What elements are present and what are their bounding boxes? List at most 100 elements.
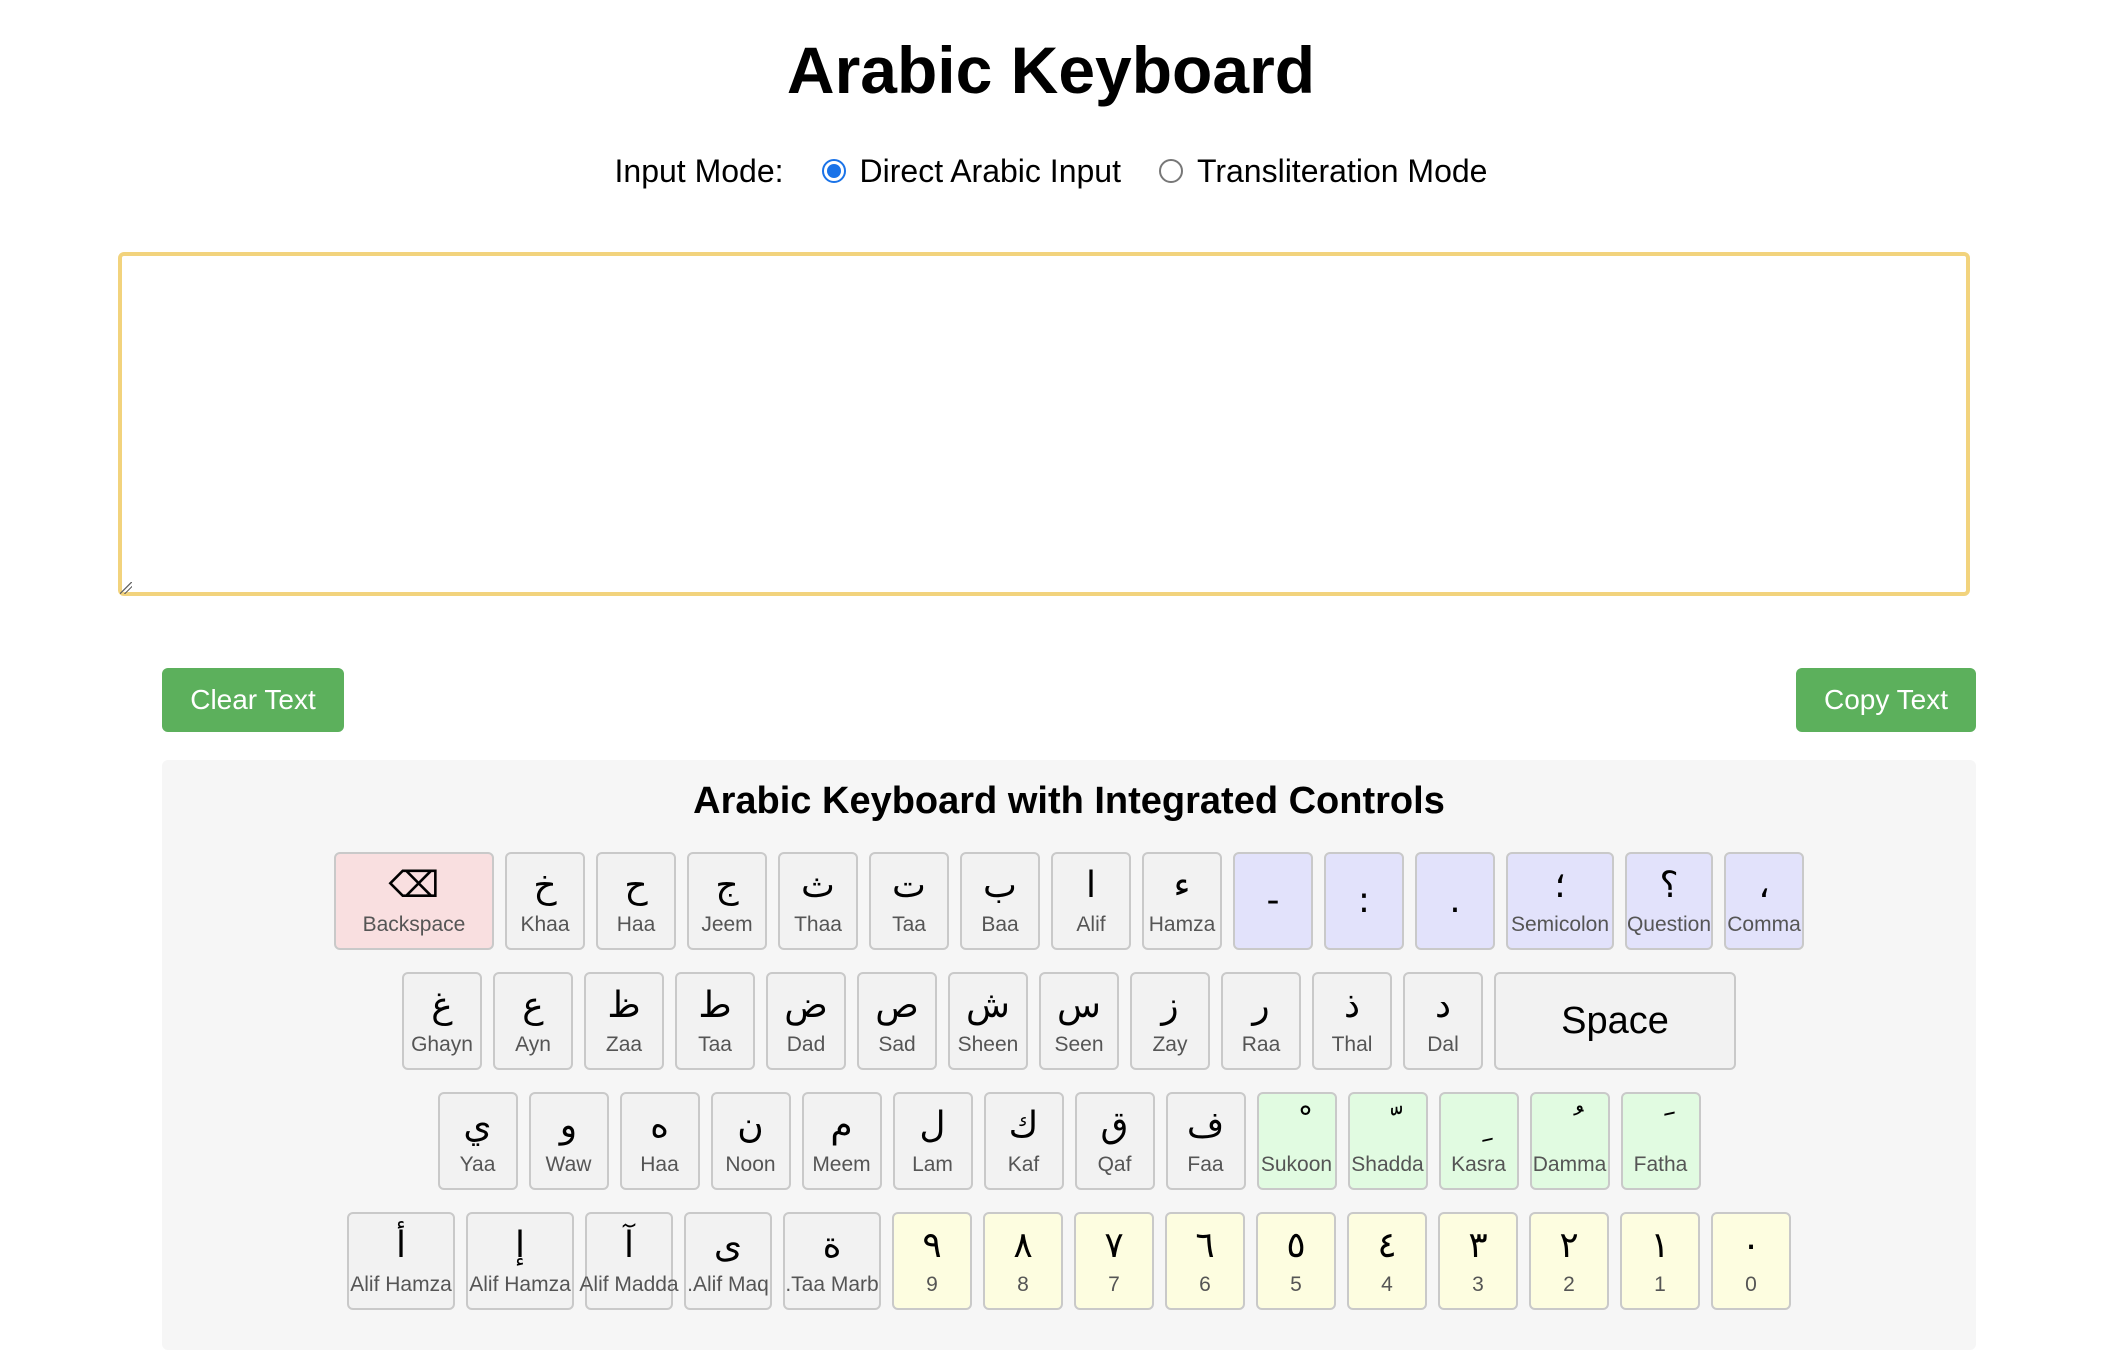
key-char: ل (919, 1105, 946, 1146)
key-label: Thaa (794, 913, 842, 936)
key-comma[interactable]: ، Comma (1724, 852, 1804, 950)
key-haa[interactable]: ح Haa (596, 852, 676, 950)
key-label: Faa (1187, 1153, 1224, 1176)
key-punct-10[interactable]: : (1324, 852, 1404, 950)
keyboard-row-1: ⌫ Backspace خ Khaa ح Haa ج Jeem ث Thaa ت Taa ب Baa ا Al… (162, 852, 1976, 950)
key-7[interactable]: ٧7 (1074, 1212, 1154, 1310)
key-char: ت (892, 865, 926, 906)
key-qaf[interactable]: ق Qaf (1074, 1092, 1155, 1190)
arabic-text-area[interactable] (118, 252, 1970, 596)
key-hamza[interactable]: ء Hamza (1142, 852, 1222, 950)
key-dad[interactable]: ض Dad (766, 972, 846, 1070)
key-label: Baa (981, 913, 1019, 936)
key-baa[interactable]: ب Baa (960, 852, 1040, 950)
key-3[interactable]: ٣3 (1438, 1212, 1518, 1310)
key-question[interactable]: ؟ Question (1625, 852, 1713, 950)
key-8[interactable]: ٨8 (983, 1212, 1063, 1310)
key-sukoon[interactable]: ْSukoon (1256, 1092, 1337, 1190)
key-raa[interactable]: ر Raa (1221, 972, 1301, 1070)
key-alif[interactable]: ا Alif (1051, 852, 1131, 950)
key-label: Meem (812, 1153, 871, 1176)
key-label: 3 (1472, 1273, 1484, 1296)
key-2[interactable]: ٢2 (1529, 1212, 1609, 1310)
key-label: Kasra (1451, 1153, 1506, 1176)
key-alif-hamza[interactable]: أ Alif Hamza (347, 1212, 455, 1310)
key-lam[interactable]: ل Lam (892, 1092, 973, 1190)
key-sheen[interactable]: ش Sheen (948, 972, 1028, 1070)
key-label: Question (1626, 913, 1712, 936)
key-char: غ (431, 985, 453, 1026)
transliteration-option[interactable]: Transliteration Mode (1158, 152, 1488, 190)
keyboard-title: Arabic Keyboard with Integrated Controls (693, 780, 1445, 822)
key-label: Khaa (520, 913, 570, 936)
key-punct-11[interactable]: . (1415, 852, 1495, 950)
key-label: 6 (1199, 1273, 1211, 1296)
key-seen[interactable]: س Seen (1039, 972, 1119, 1070)
copy-text-button[interactable]: Copy Text (1796, 668, 1976, 732)
direct-arabic-label: Direct Arabic Input (859, 152, 1121, 189)
key-faa[interactable]: ف Faa (1165, 1092, 1246, 1190)
key-9[interactable]: ٩9 (892, 1212, 972, 1310)
key-char: س (1057, 985, 1101, 1026)
key-alif-madda[interactable]: آ Alif Madda (579, 1212, 679, 1310)
transliteration-label: Transliteration Mode (1196, 152, 1488, 189)
key-noon[interactable]: ن Noon (710, 1092, 791, 1190)
key-char: ء (1173, 865, 1191, 906)
key-taa[interactable]: ط Taa (675, 972, 755, 1070)
keyboard-panel: Arabic Keyboard with Integrated Controls… (162, 760, 1976, 1350)
key-char: ١ (1650, 1225, 1670, 1266)
key-char: ز (1161, 985, 1179, 1026)
key-label: 2 (1563, 1273, 1575, 1296)
key-taa[interactable]: ت Taa (869, 852, 949, 950)
key-label: Comma (1727, 913, 1801, 936)
key-label: Damma (1532, 1153, 1607, 1176)
key-char: و (559, 1105, 578, 1146)
key-sad[interactable]: ص Sad (857, 972, 937, 1070)
key-char: ٥ (1286, 1225, 1306, 1266)
key-alif-hamza[interactable]: إ Alif Hamza (466, 1212, 574, 1310)
key-punct-9[interactable]: - (1233, 852, 1313, 950)
key-4[interactable]: ٤4 (1347, 1212, 1427, 1310)
key-thal[interactable]: ذ Thal (1312, 972, 1392, 1070)
direct-arabic-radio[interactable] (821, 159, 846, 183)
key-shadda[interactable]: ّShadda (1347, 1092, 1428, 1190)
key-ghayn[interactable]: غ Ghayn (402, 972, 482, 1070)
backspace-icon: ⌫ (388, 865, 440, 906)
key-backspace[interactable]: ⌫ Backspace (334, 852, 494, 950)
key-label: Alif Hamza (350, 1273, 452, 1296)
key-0[interactable]: ٠0 (1711, 1212, 1791, 1310)
key-taa-marb[interactable]: ة .Taa Marb (783, 1212, 881, 1310)
key-zay[interactable]: ز Zay (1130, 972, 1210, 1070)
key-char: ك (1008, 1105, 1039, 1146)
key-meem[interactable]: م Meem (801, 1092, 882, 1190)
key-haa[interactable]: ه Haa (619, 1092, 700, 1190)
key-kaf[interactable]: ك Kaf (983, 1092, 1064, 1190)
key-1[interactable]: ١1 (1620, 1212, 1700, 1310)
key-6[interactable]: ٦6 (1165, 1212, 1245, 1310)
key-waw[interactable]: و Waw (528, 1092, 609, 1190)
key-khaa[interactable]: خ Khaa (505, 852, 585, 950)
key-zaa[interactable]: ظ Zaa (584, 972, 664, 1070)
key-kasra[interactable]: ِKasra (1438, 1092, 1519, 1190)
key-fatha[interactable]: َFatha (1620, 1092, 1701, 1190)
key-char: ن (737, 1105, 764, 1146)
key-label: Haa (616, 913, 656, 936)
key-semicolon[interactable]: ؛ Semicolon (1506, 852, 1614, 950)
clear-text-button[interactable]: Clear Text (162, 668, 344, 732)
direct-arabic-option[interactable]: Direct Arabic Input (821, 152, 1121, 190)
key-space[interactable]: Space (1494, 972, 1736, 1070)
key-char: ه (650, 1105, 669, 1146)
key-yaa[interactable]: ي Yaa (437, 1092, 518, 1190)
key-ayn[interactable]: ع Ayn (493, 972, 573, 1070)
key-5[interactable]: ٥5 (1256, 1212, 1336, 1310)
key-char: . (1449, 880, 1461, 921)
key-dal[interactable]: د Dal (1403, 972, 1483, 1070)
key-char: - (1266, 880, 1280, 921)
resize-grip-icon[interactable] (120, 580, 134, 594)
key-damma[interactable]: ُDamma (1529, 1092, 1610, 1190)
key-label: Qaf (1097, 1153, 1132, 1176)
key-alif-maq[interactable]: ى .Alif Maq (684, 1212, 772, 1310)
key-thaa[interactable]: ث Thaa (778, 852, 858, 950)
transliteration-radio[interactable] (1158, 159, 1183, 183)
key-jeem[interactable]: ج Jeem (687, 852, 767, 950)
